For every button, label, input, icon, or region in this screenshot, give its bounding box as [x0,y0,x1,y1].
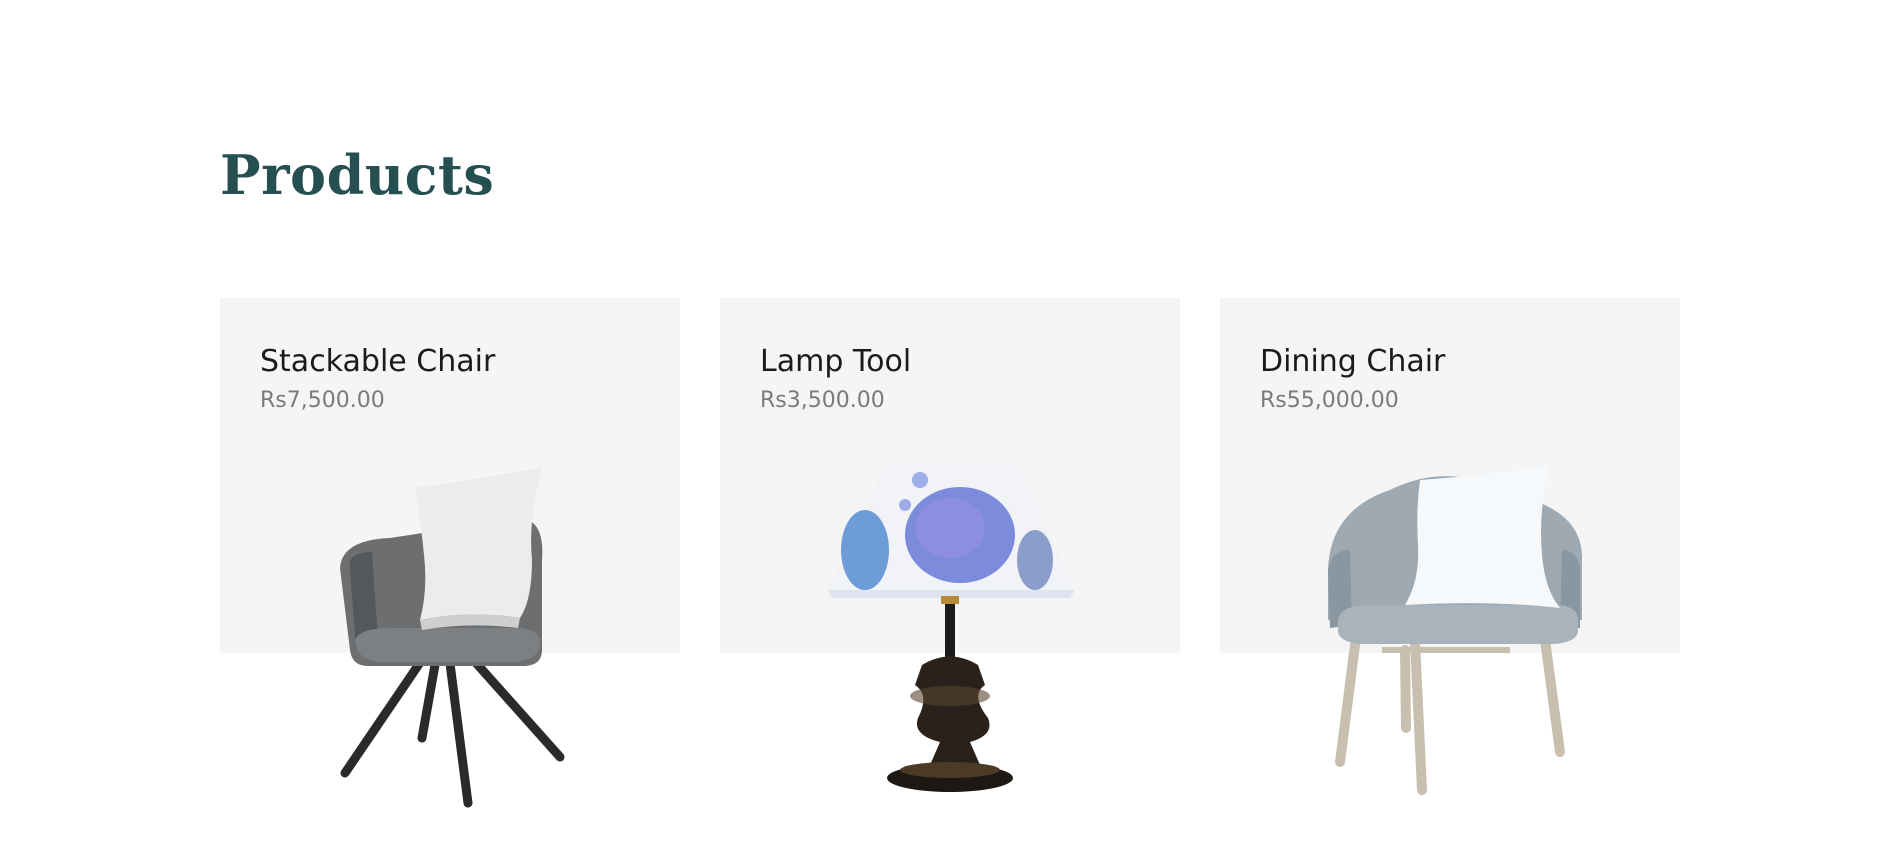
dining-chair-with-cushion-icon[interactable] [1310,460,1590,810]
product-name[interactable]: Stackable Chair [260,344,495,380]
product-price: Rs7,500.00 [260,388,385,413]
armchair-with-cushion-icon[interactable] [320,460,580,810]
product-price: Rs3,500.00 [760,388,885,413]
product-name[interactable]: Lamp Tool [760,344,911,380]
product-price: Rs55,000.00 [1260,388,1399,413]
page-title: Products [220,143,495,207]
table-lamp-icon[interactable] [820,460,1080,810]
product-name[interactable]: Dining Chair [1260,344,1445,380]
